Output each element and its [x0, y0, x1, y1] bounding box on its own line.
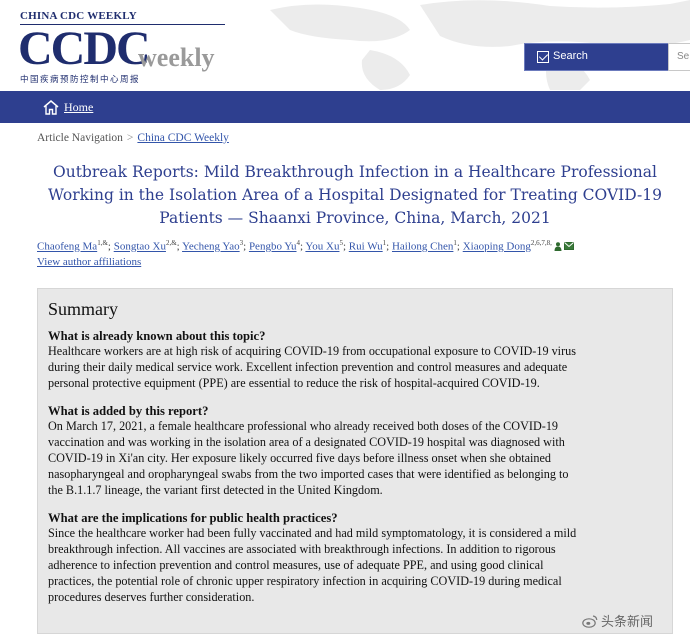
answer-line: practices, the potential role of chronic… [48, 573, 562, 588]
home-label: Home [64, 99, 94, 114]
answer-line: the B.1.1.7 lineage, the variant first d… [48, 482, 383, 497]
breadcrumb: Article Navigation > China CDC Weekly [37, 132, 229, 144]
author-list: Chaofeng Ma1,&; Songtao Xu2,&; Yecheng Y… [37, 239, 677, 253]
person-icon[interactable] [554, 241, 562, 251]
home-icon [43, 100, 59, 115]
answer-line: procedures deserves further consideratio… [48, 589, 255, 604]
author-link[interactable]: You Xu [305, 241, 339, 253]
breadcrumb-item-article-navigation[interactable]: Article Navigation [37, 132, 123, 144]
summary-answer: Healthcare workers are at high risk of a… [48, 344, 662, 391]
answer-line: vaccination and was working in the isola… [48, 435, 565, 450]
search-button[interactable]: Search [524, 43, 674, 71]
summary-answer: On March 17, 2021, a female healthcare p… [48, 419, 662, 498]
answer-line: Healthcare workers are at high risk of a… [48, 344, 576, 358]
author-affiliation-sup: 1,& [97, 239, 108, 247]
title-line: Outbreak Reports: Mild Breakthrough Infe… [53, 163, 657, 181]
logo-ccdc[interactable]: CCDC [18, 24, 151, 74]
author-link[interactable]: Pengbo Yu [249, 241, 297, 253]
watermark: 头条新闻 [582, 611, 653, 630]
watermark-text: 头条新闻 [601, 615, 654, 630]
logo-chinese-subtitle: 中国疾病预防控制中心周报 [20, 75, 141, 85]
title-line: Working in the Isolation Area of a Hospi… [48, 186, 662, 204]
answer-line: breakthrough infection. All vaccines are… [48, 542, 556, 557]
author-link[interactable]: Yecheng Yao [182, 241, 240, 253]
search-label: Search [553, 50, 588, 62]
author-link[interactable]: Rui Wu [349, 241, 383, 253]
summary-question: What is already known about this topic? [48, 329, 266, 343]
answer-line: personal protective equipment (PPE) are … [48, 375, 540, 390]
author-link[interactable]: Songtao Xu [114, 241, 166, 253]
summary-heading: Summary [48, 299, 118, 319]
article-title: Outbreak Reports: Mild Breakthrough Infe… [40, 161, 670, 230]
answer-line: during their daily medical service work.… [48, 359, 568, 374]
checkbox-icon [537, 51, 549, 63]
mail-icon[interactable] [563, 241, 574, 250]
breadcrumb-separator: > [126, 132, 134, 144]
author-link[interactable]: Hailong Chen [392, 241, 453, 253]
nav-home-link[interactable]: Home [42, 98, 93, 116]
author-link[interactable]: Chaofeng Ma [37, 241, 97, 253]
view-author-affiliations-link[interactable]: View author affiliations [37, 256, 141, 268]
summary-box: Summary What is already known about this… [37, 288, 673, 634]
main-nav-bar: Home [0, 91, 690, 123]
summary-question: What are the implications for public hea… [48, 511, 338, 526]
search-input[interactable]: Se [668, 43, 690, 71]
logo-weekly[interactable]: weekly [138, 45, 215, 71]
brand-top-text: CHINA CDC WEEKLY [20, 10, 137, 22]
answer-line: Since the healthcare worker had been ful… [48, 526, 577, 541]
site-header: CHINA CDC WEEKLY CCDC weekly 中国疾病预防控制中心周… [0, 0, 690, 90]
answer-line: adherence to infection prevention and co… [48, 557, 544, 572]
answer-line: nasopharyngeal and oropharyngeal swabs f… [48, 466, 569, 481]
weibo-icon [582, 614, 598, 628]
answer-line: COVID-19 in Xi'an city. Her exposure lik… [48, 450, 551, 465]
author-affiliation-sup: 2,& [165, 239, 177, 247]
breadcrumb-item-china-cdc-weekly[interactable]: China CDC Weekly [137, 132, 229, 144]
author-link[interactable]: Xiaoping Dong [463, 241, 531, 253]
author-affiliation-sup: 2,6,7,8, [530, 239, 552, 247]
summary-question: What is added by this report? [48, 404, 209, 419]
answer-line: On March 17, 2021, a female healthcare p… [48, 419, 559, 434]
title-line: Patients — Shaanxi Province, China, Marc… [159, 209, 551, 227]
summary-answer: Since the healthcare worker had been ful… [48, 526, 662, 605]
